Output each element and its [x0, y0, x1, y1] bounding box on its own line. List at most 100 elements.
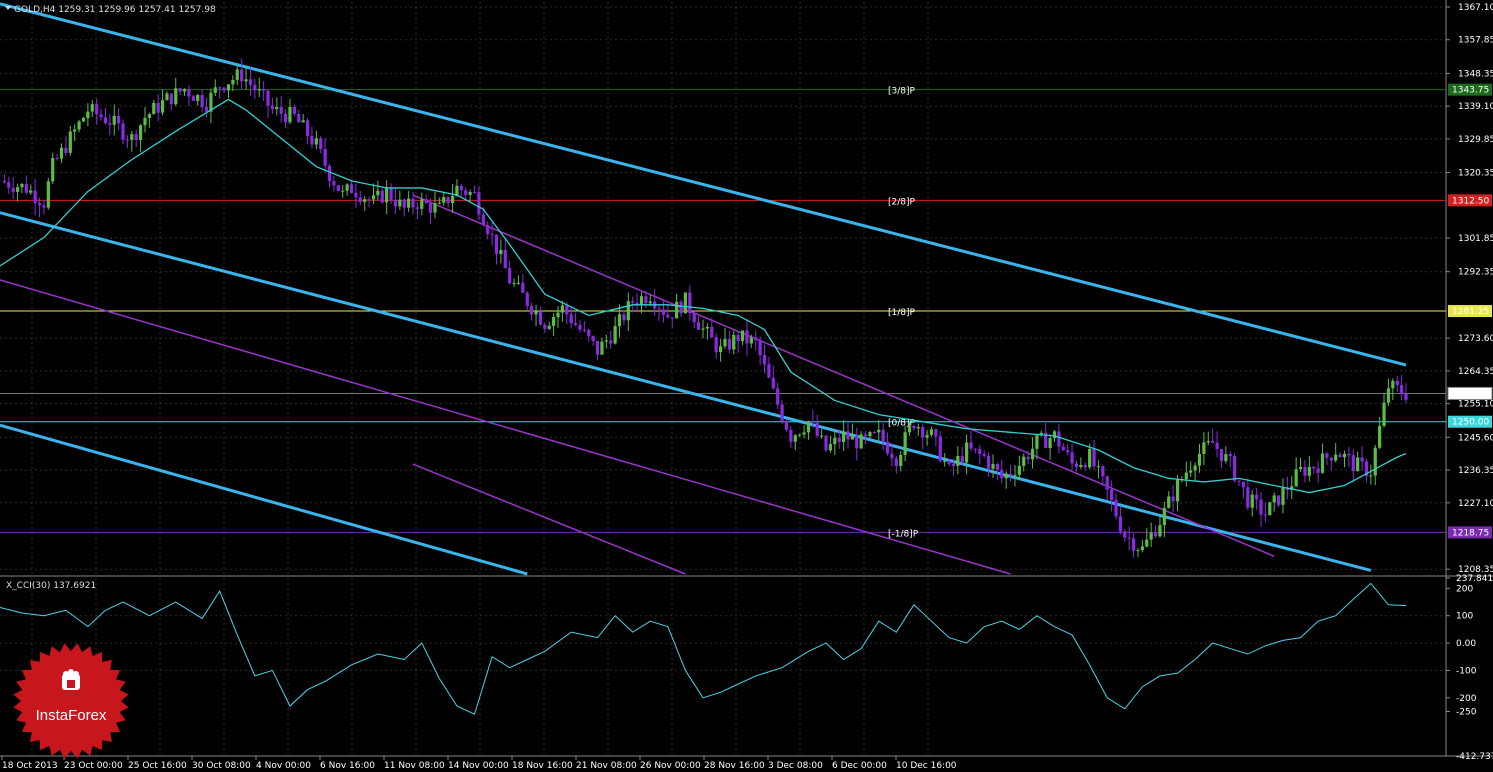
candle-body	[806, 421, 811, 433]
candle-body	[121, 123, 125, 140]
candle-body	[560, 305, 564, 313]
candle-body	[117, 115, 121, 124]
candle-body	[1035, 435, 1039, 449]
candle-body	[393, 199, 398, 207]
chart-header: GOLD,H4 1259.31 1259.96 1257.41 1257.98	[14, 5, 216, 15]
cci-tick-label: -200	[1456, 694, 1477, 704]
candle-body	[1140, 546, 1144, 551]
candle-body	[244, 79, 248, 82]
candle-body	[842, 431, 846, 442]
candle-body	[319, 138, 323, 150]
candle-body	[1320, 453, 1325, 473]
price-tick-label: 1245.60	[1458, 433, 1493, 443]
time-tick-label: 25 Oct 16:00	[128, 761, 187, 771]
candle-body	[666, 314, 670, 318]
candle-body	[631, 301, 635, 303]
candle-body	[1000, 469, 1004, 479]
candle-body	[1048, 438, 1052, 448]
candle-body	[1127, 537, 1131, 539]
candle-body	[600, 341, 604, 355]
candle-body	[178, 88, 182, 92]
price-tick-label: 1348.35	[1458, 69, 1493, 79]
candle-body	[73, 129, 77, 132]
candle-body	[622, 314, 626, 321]
candle-body	[543, 324, 547, 329]
candle-body	[2, 180, 6, 183]
candle-body	[1074, 463, 1079, 468]
candle-body	[371, 195, 376, 200]
candle-body	[279, 107, 283, 114]
candle-body	[1263, 514, 1267, 516]
candle-body	[1070, 452, 1074, 464]
candle-body	[1215, 442, 1219, 449]
candle-body	[811, 421, 815, 423]
cci-tick-label: 100	[1456, 612, 1473, 622]
time-tick-label: 6 Nov 16:00	[320, 761, 375, 771]
candle-body	[890, 453, 894, 459]
candle-body	[960, 455, 964, 463]
candle-body	[872, 431, 876, 433]
candle-body	[226, 84, 231, 91]
price-label-text: 1250.00	[1452, 418, 1489, 428]
candle-body	[288, 107, 292, 123]
candle-body	[609, 340, 613, 344]
candle-body	[160, 100, 165, 113]
candle-body	[358, 197, 362, 202]
candle-body	[490, 234, 494, 236]
candle-body	[877, 429, 881, 433]
candle-body	[1057, 431, 1061, 447]
candle-body	[437, 202, 441, 204]
candle-body	[341, 190, 345, 192]
candle-body	[538, 311, 543, 325]
murrey-level-label: [1/8]P	[888, 308, 916, 318]
candle-body	[824, 435, 828, 451]
candle-body	[235, 69, 239, 80]
collapse-arrow-icon[interactable]	[5, 6, 11, 10]
moving-average-line	[0, 98, 1407, 494]
candle-body	[740, 330, 745, 342]
logo-spikes	[13, 643, 129, 759]
candle-body	[90, 104, 94, 112]
candle-body	[912, 425, 916, 429]
candle-body	[648, 301, 652, 304]
candle-body	[1391, 380, 1395, 389]
candle-body	[1268, 502, 1272, 516]
candle-body	[789, 429, 793, 442]
candle-body	[1017, 465, 1021, 475]
candle-body	[415, 207, 420, 209]
candle-body	[943, 461, 947, 463]
candle-body	[815, 422, 819, 436]
candle-body	[754, 337, 758, 341]
candle-body	[218, 87, 222, 89]
candle-body	[1162, 507, 1166, 526]
cci-tick-label: 237.8411	[1456, 574, 1493, 584]
candle-body	[850, 435, 854, 440]
candle-body	[938, 436, 942, 462]
time-tick-label: 21 Nov 08:00	[576, 761, 637, 771]
candle-body	[705, 326, 709, 329]
candle-body	[1347, 453, 1351, 456]
candle-body	[130, 134, 134, 140]
price-tick-label: 1264.35	[1458, 367, 1493, 377]
candle-body	[68, 131, 72, 153]
candle-body	[776, 388, 780, 405]
candle-body	[472, 192, 477, 194]
candle-body	[1004, 473, 1008, 479]
candle-body	[51, 158, 55, 182]
candle-body	[569, 314, 573, 324]
candle-body	[626, 301, 630, 321]
candle-body	[1312, 466, 1316, 469]
candle-body	[991, 464, 995, 469]
candle-body	[661, 309, 666, 315]
candle-body	[1281, 487, 1285, 505]
candle-body	[222, 87, 226, 91]
candle-body	[240, 69, 244, 82]
cci-tick-label: -412.7374	[1456, 752, 1493, 762]
candle-body	[292, 107, 296, 114]
candle-body	[903, 432, 907, 455]
candle-body	[257, 88, 261, 91]
candle-body	[1259, 499, 1263, 515]
candle-body	[784, 420, 789, 430]
candle-body	[323, 149, 327, 166]
candle-body	[639, 296, 644, 306]
